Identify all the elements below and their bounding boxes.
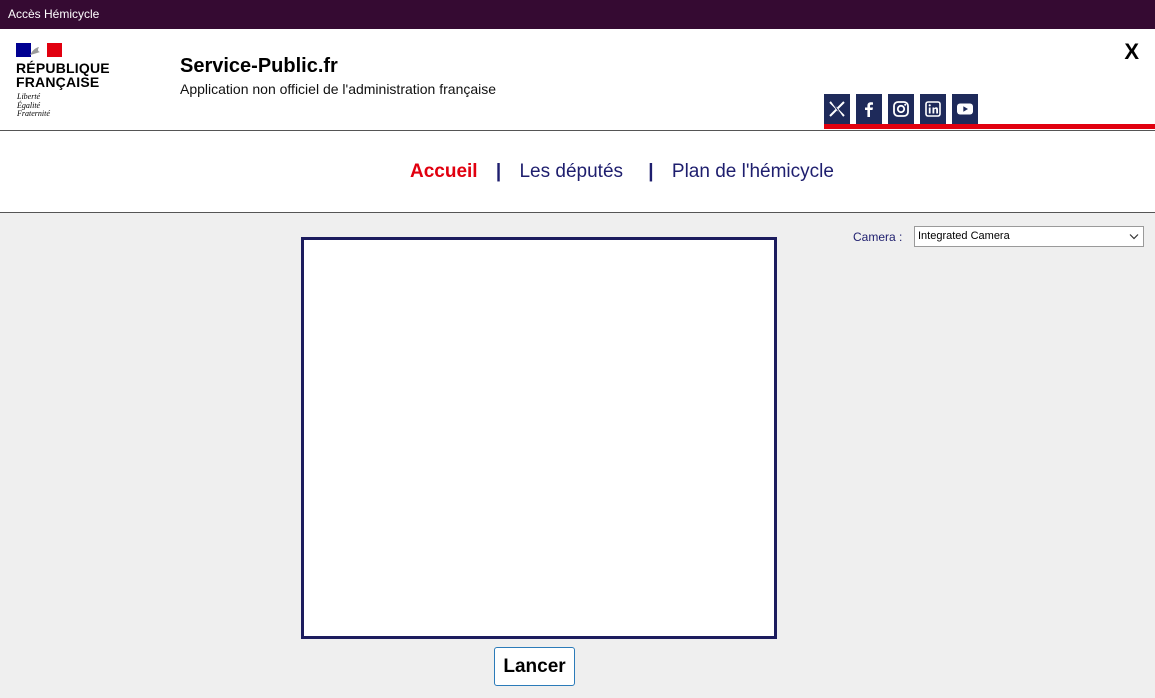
camera-select[interactable]: Integrated Camera bbox=[914, 226, 1144, 247]
nav-item-les-deputes[interactable]: Les députés bbox=[519, 161, 623, 182]
instagram-icon[interactable] bbox=[888, 94, 914, 124]
chevron-down-icon bbox=[1129, 234, 1139, 240]
logo-motto-text: Liberté Égalité Fraternité bbox=[17, 92, 50, 118]
camera-label: Camera : bbox=[853, 230, 903, 244]
close-button[interactable]: X bbox=[1124, 39, 1139, 65]
republique-francaise-logo: RÉPUBLIQUE FRANÇAISE Liberté Égalité Fra… bbox=[16, 43, 136, 123]
window-title: Accès Hémicycle bbox=[8, 7, 100, 21]
nav-item-accueil[interactable]: Accueil bbox=[410, 161, 478, 182]
launch-button[interactable]: Lancer bbox=[494, 647, 575, 686]
logo-republique-francaise-text: RÉPUBLIQUE FRANÇAISE bbox=[16, 60, 110, 90]
main-navigation: Accueil | Les députés | Plan de l'hémicy… bbox=[0, 131, 1155, 213]
window-titlebar: Accès Hémicycle bbox=[0, 0, 1155, 29]
site-title: Service-Public.fr bbox=[180, 55, 338, 77]
nav-item-plan-hemicycle[interactable]: Plan de l'hémicycle bbox=[672, 161, 834, 182]
social-links bbox=[824, 94, 1155, 130]
site-subtitle: Application non officiel de l'administra… bbox=[180, 81, 497, 97]
marianne-flag-icon bbox=[16, 43, 62, 57]
nav-separator: | bbox=[648, 161, 654, 182]
linkedin-icon[interactable] bbox=[920, 94, 946, 124]
header-red-bar bbox=[824, 124, 1155, 129]
youtube-icon[interactable] bbox=[952, 94, 978, 124]
camera-select-value: Integrated Camera bbox=[918, 230, 1010, 242]
x-icon[interactable] bbox=[824, 94, 850, 124]
site-header: RÉPUBLIQUE FRANÇAISE Liberté Égalité Fra… bbox=[0, 29, 1155, 131]
camera-preview bbox=[301, 237, 777, 639]
nav-separator: | bbox=[495, 161, 502, 182]
facebook-icon[interactable] bbox=[856, 94, 882, 124]
